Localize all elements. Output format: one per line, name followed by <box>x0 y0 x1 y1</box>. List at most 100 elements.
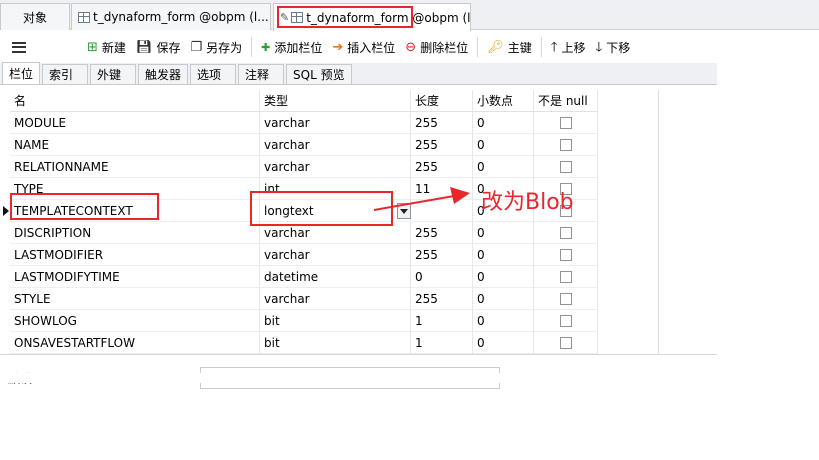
table-icon <box>78 11 90 23</box>
cell-length[interactable]: 255 <box>411 288 473 310</box>
move-down-button[interactable]: 🡓 下移 <box>591 35 636 59</box>
cell-name[interactable]: TEMPLATECONTEXT <box>10 200 260 222</box>
not-null-checkbox[interactable] <box>560 161 572 173</box>
cell-length[interactable]: 1 <box>411 310 473 332</box>
cell-decimals[interactable]: 0 <box>473 156 534 178</box>
cell-name[interactable]: MODULE <box>10 112 260 134</box>
tab-table-design-1[interactable]: t_dynaform_form @obpm (l... <box>71 3 271 30</box>
tab-triggers[interactable]: 触发器 <box>138 64 189 84</box>
not-null-checkbox[interactable] <box>560 315 572 327</box>
cell-name[interactable]: DISCRIPTION <box>10 222 260 244</box>
table-row[interactable]: TYPE int 11 0 <box>0 178 717 200</box>
cell-length[interactable]: 1 <box>411 332 473 354</box>
cell-type[interactable]: datetime <box>260 266 411 288</box>
cell-type[interactable]: bit <box>260 332 411 354</box>
toolbar-separator <box>477 37 479 57</box>
column-header-not-null[interactable]: 不是 null <box>534 90 598 112</box>
cell-length[interactable]: 255 <box>411 134 473 156</box>
cell-decimals[interactable]: 0 <box>473 112 534 134</box>
cell-type[interactable]: varchar <box>260 112 411 134</box>
cell-type[interactable]: varchar <box>260 288 411 310</box>
table-row[interactable]: RELATIONNAME varchar 255 0 <box>0 156 717 178</box>
cell-name[interactable]: RELATIONNAME <box>10 156 260 178</box>
cell-name[interactable]: LASTMODIFYTIME <box>10 266 260 288</box>
cell-length[interactable]: 255 <box>411 222 473 244</box>
cell-decimals[interactable]: 0 <box>473 134 534 156</box>
save-as-button[interactable]: ❐ 另存为 <box>185 35 247 59</box>
not-null-checkbox[interactable] <box>560 337 572 349</box>
cell-decimals[interactable]: 0 <box>473 266 534 288</box>
cell-not-null <box>534 288 598 310</box>
tab-foreign-keys[interactable]: 外键 <box>90 64 137 84</box>
cell-decimals[interactable]: 0 <box>473 310 534 332</box>
not-null-checkbox[interactable] <box>560 139 572 151</box>
tab-options[interactable]: 选项 <box>190 64 237 84</box>
not-null-checkbox[interactable] <box>560 117 572 129</box>
cell-name[interactable]: SHOWLOG <box>10 310 260 332</box>
tab-label: t_dynaform_form @obpm (l... <box>306 10 471 25</box>
grid-divider <box>658 90 659 355</box>
cell-type[interactable]: bit <box>260 310 411 332</box>
cell-name[interactable]: ONSAVESTARTFLOW <box>10 332 260 354</box>
table-row[interactable]: MODULE varchar 255 0 <box>0 112 717 134</box>
cell-type[interactable]: varchar <box>260 134 411 156</box>
cell-type[interactable]: varchar <box>260 244 411 266</box>
tab-sql-preview[interactable]: SQL 预览 <box>286 64 352 84</box>
tab-fields[interactable]: 栏位 <box>2 62 41 84</box>
toolbar-separator <box>251 37 253 57</box>
primary-key-button[interactable]: 🔑︎ 主键 <box>482 35 537 59</box>
delete-field-button[interactable]: ⊖ 删除栏位 <box>400 35 473 59</box>
column-header-decimals[interactable]: 小数点 <box>473 90 534 112</box>
insert-field-icon: ➔ <box>332 39 344 55</box>
column-header-type[interactable]: 类型 <box>260 90 411 112</box>
cell-type[interactable]: varchar <box>260 156 411 178</box>
table-row[interactable]: LASTMODIFYTIME datetime 0 0 <box>0 266 717 288</box>
new-button[interactable]: ⊞ 新建 <box>82 35 131 59</box>
subtab-label: 外键 <box>97 68 122 82</box>
table-row[interactable]: LASTMODIFIER varchar 255 0 <box>0 244 717 266</box>
table-row[interactable]: TEMPLATECONTEXT longtext 0 <box>0 200 717 222</box>
move-up-label: 上移 <box>561 40 586 55</box>
cell-name[interactable]: LASTMODIFIER <box>10 244 260 266</box>
cell-type[interactable]: varchar <box>260 222 411 244</box>
column-header-length[interactable]: 长度 <box>411 90 473 112</box>
save-button[interactable]: 💾︎ 保存 <box>131 35 186 59</box>
cell-name[interactable]: NAME <box>10 134 260 156</box>
add-field-button[interactable]: ✚ 添加栏位 <box>256 35 327 59</box>
cell-decimals[interactable]: 0 <box>473 222 534 244</box>
tab-objects[interactable]: 对象 <box>0 3 70 30</box>
cell-decimals[interactable]: 0 <box>473 288 534 310</box>
current-row-marker-icon <box>3 206 9 216</box>
not-null-checkbox[interactable] <box>560 227 572 239</box>
menu-icon[interactable] <box>12 41 26 53</box>
table-row[interactable]: SHOWLOG bit 1 0 <box>0 310 717 332</box>
move-up-button[interactable]: 🡑 上移 <box>546 35 591 59</box>
tab-table-design-2[interactable]: ✎ t_dynaform_form @obpm (l... <box>273 3 471 31</box>
add-field-icon: ✚ <box>261 40 271 54</box>
cell-name[interactable]: TYPE <box>10 178 260 200</box>
cell-decimals[interactable]: 0 <box>473 244 534 266</box>
cell-not-null <box>534 244 598 266</box>
cell-name[interactable]: STYLE <box>10 288 260 310</box>
column-header-name[interactable]: 名 <box>10 90 260 112</box>
not-null-checkbox[interactable] <box>560 293 572 305</box>
cell-length[interactable]: 255 <box>411 156 473 178</box>
table-row[interactable]: STYLE varchar 255 0 <box>0 288 717 310</box>
new-table-icon: ⊞ <box>87 39 98 55</box>
tab-indexes[interactable]: 索引 <box>42 64 89 84</box>
cell-length[interactable]: 255 <box>411 244 473 266</box>
delete-field-label: 删除栏位 <box>420 40 469 55</box>
not-null-checkbox[interactable] <box>560 249 572 261</box>
table-row[interactable]: ONSAVESTARTFLOW bit 1 0 <box>0 332 717 354</box>
save-label: 保存 <box>156 40 181 55</box>
cell-not-null <box>534 222 598 244</box>
table-row[interactable]: DISCRIPTION varchar 255 0 <box>0 222 717 244</box>
tab-comments[interactable]: 注释 <box>238 64 285 84</box>
cell-length[interactable]: 255 <box>411 112 473 134</box>
cell-length[interactable]: 0 <box>411 266 473 288</box>
insert-field-button[interactable]: ➔ 插入栏位 <box>327 35 400 59</box>
not-null-checkbox[interactable] <box>560 271 572 283</box>
table-row[interactable]: NAME varchar 255 0 <box>0 134 717 156</box>
subtab-label: 选项 <box>197 68 222 82</box>
cell-decimals[interactable]: 0 <box>473 332 534 354</box>
